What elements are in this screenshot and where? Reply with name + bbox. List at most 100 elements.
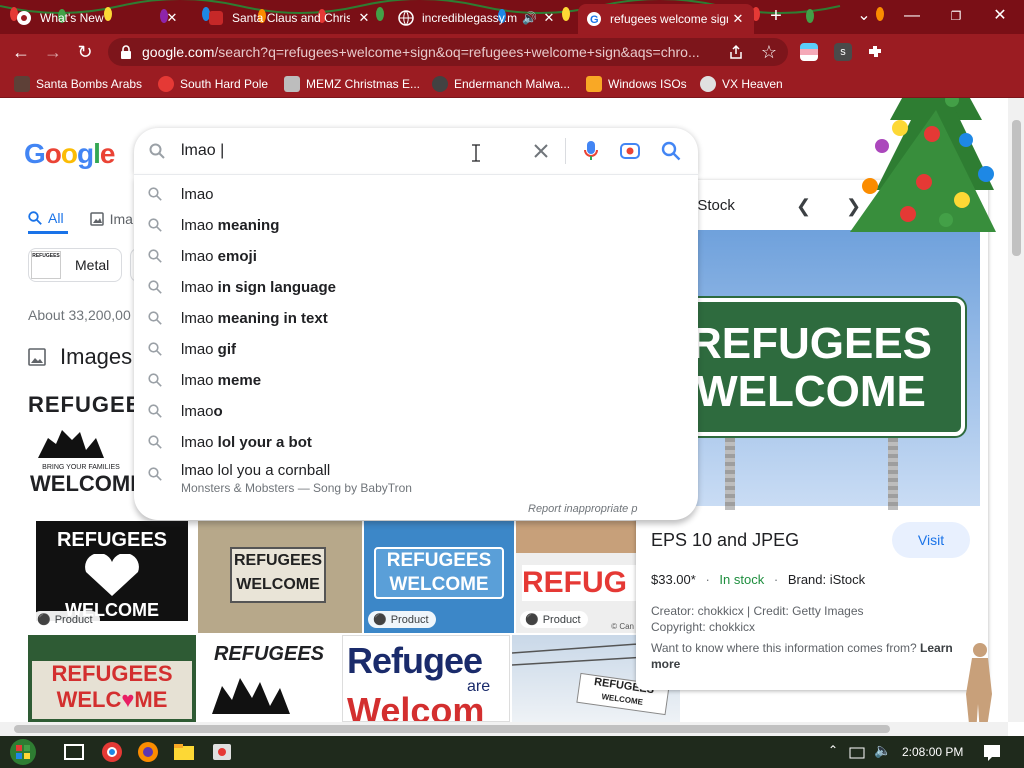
forward-button[interactable]: → xyxy=(42,41,64,63)
minimize-button[interactable]: — xyxy=(900,6,924,28)
scrollbar-thumb[interactable] xyxy=(14,725,890,733)
tab-all[interactable]: All xyxy=(28,204,68,234)
start-button[interactable] xyxy=(8,737,38,767)
restore-button[interactable]: ❐ xyxy=(944,6,968,28)
tab-whats-new[interactable]: What's New ✕ xyxy=(8,4,188,32)
chevron-left-icon[interactable]: ❮ xyxy=(796,196,811,217)
scrollbar-thumb[interactable] xyxy=(1012,120,1021,256)
suggestion-subtitle: Monsters & Mobsters — Song by BabyTron xyxy=(181,481,412,495)
bookmark-star-icon[interactable]: ☆ xyxy=(758,41,780,63)
suggestion-item[interactable]: lmao lol you a cornball Monsters & Mobst… xyxy=(134,459,698,501)
suggestion-item[interactable]: lmao meme xyxy=(134,365,698,396)
separator-dot: · xyxy=(705,572,710,587)
tab-refugees-welcome-sign[interactable]: G refugees welcome sign ✕ xyxy=(578,4,754,34)
back-button[interactable]: ← xyxy=(10,41,32,63)
image-text: REFUG xyxy=(522,565,636,601)
tab-incrediblegassy[interactable]: incrediblegassy.m 🔊 ✕ xyxy=(390,4,565,32)
suggestion-completion: in sign language xyxy=(213,279,337,296)
audio-playing-icon[interactable]: 🔊 xyxy=(522,11,537,25)
address-bar[interactable]: google.com/search?q=refugees+welcome+sig… xyxy=(108,38,788,66)
chip-thumbnail: REFUGEES xyxy=(31,251,61,279)
image-result[interactable]: REFUGEES WELCOME ⚫ Product xyxy=(28,521,196,633)
extension-s-icon[interactable]: s xyxy=(834,43,852,61)
suggestion-item[interactable]: lmao gif xyxy=(134,334,698,365)
search-box[interactable]: lmao | xyxy=(134,128,698,174)
image-result[interactable]: REFUGEES xyxy=(198,635,340,722)
notifications-icon[interactable] xyxy=(982,742,1002,762)
firefox-taskbar-icon[interactable] xyxy=(136,740,160,764)
suggestion-item[interactable]: lmao meaning in text xyxy=(134,303,698,334)
image-text: REFUGEES xyxy=(28,392,134,417)
network-icon[interactable] xyxy=(848,740,866,764)
suggestion-item[interactable]: lmao emoji xyxy=(134,241,698,272)
suggestion-text: lmao lol your a bot xyxy=(181,434,312,451)
url-path: /search?q=refugees+welcome+sign&oq=refug… xyxy=(214,44,700,60)
vertical-scrollbar[interactable] xyxy=(1008,98,1024,722)
suggestion-text: lmao lol you a cornball xyxy=(181,462,331,479)
file-explorer-icon[interactable] xyxy=(172,740,196,764)
bookmark-item[interactable]: VX Heaven xyxy=(700,76,783,92)
visit-button[interactable]: Visit xyxy=(892,522,970,558)
bookmark-item[interactable]: Santa Bombs Arabs xyxy=(14,76,142,92)
suggestion-item[interactable]: lmao meaning xyxy=(134,210,698,241)
show-hidden-icons-chevron-icon[interactable]: ⌃ xyxy=(828,743,838,757)
running-family-silhouette xyxy=(212,678,290,714)
report-inappropriate-link[interactable]: Report inappropriate p xyxy=(528,503,637,515)
suggestion-completion: meaning xyxy=(213,217,280,234)
image-result[interactable]: REFUGEES WELCOME ⚫ Product xyxy=(364,521,514,633)
bookmark-item[interactable]: Endermanch Malwa... xyxy=(432,76,570,92)
image-result[interactable]: Refugee are Welcom xyxy=(342,635,510,722)
suggestion-text: lmao in sign language xyxy=(181,279,336,296)
results-count: About 33,200,00 xyxy=(28,307,131,323)
suggestion-text: lmao meaning xyxy=(181,217,279,234)
bookmark-favicon-icon xyxy=(432,76,448,92)
image-result[interactable]: REFUGEES WELCOME xyxy=(198,521,362,633)
task-view-icon[interactable] xyxy=(62,740,86,764)
brand-line: Brand: iStock xyxy=(787,572,866,587)
volume-icon[interactable]: 🔈 xyxy=(874,742,891,759)
reload-button[interactable]: ↻ xyxy=(74,41,96,63)
search-icon xyxy=(148,467,162,481)
tab-images[interactable]: Ima xyxy=(89,204,133,234)
search-input[interactable]: lmao | xyxy=(181,142,224,160)
extension-flag-icon[interactable] xyxy=(800,43,818,61)
bookmark-item[interactable]: Windows ISOs xyxy=(586,76,687,92)
search-submit-icon[interactable] xyxy=(661,141,681,161)
paint-app-icon[interactable] xyxy=(210,740,234,764)
tab-search-chevron-icon[interactable]: ⌄ xyxy=(852,6,876,28)
suggestion-item[interactable]: lmao xyxy=(134,179,698,210)
new-tab-button[interactable]: + xyxy=(764,6,788,28)
taskbar-clock[interactable]: 2:08:00 PM xyxy=(902,745,963,759)
filter-chip-metal[interactable]: REFUGEES Metal xyxy=(28,248,122,282)
bookmark-item[interactable]: MEMZ Christmas E... xyxy=(284,76,420,92)
bookmark-item[interactable]: South Hard Pole xyxy=(158,76,268,92)
desktop-figure-decoration xyxy=(966,643,992,722)
tab-close-icon[interactable]: ✕ xyxy=(730,11,746,27)
close-window-button[interactable]: ✕ xyxy=(988,6,1012,28)
product-tag: ⚫ Product xyxy=(32,611,100,628)
microphone-icon[interactable] xyxy=(584,140,598,162)
extensions-puzzle-icon[interactable] xyxy=(866,43,884,61)
chrome-taskbar-icon[interactable] xyxy=(100,740,124,764)
image-text: ME xyxy=(134,687,168,712)
suggestion-prefix: lmao xyxy=(181,434,214,451)
camera-lens-icon[interactable] xyxy=(620,141,640,159)
tab-santa-claus[interactable]: Santa Claus and Christ ✕ xyxy=(200,4,380,32)
suggestion-completion: gif xyxy=(213,341,237,358)
horizontal-scrollbar[interactable] xyxy=(0,722,1008,736)
tab-close-icon[interactable]: ✕ xyxy=(356,10,372,26)
share-icon[interactable] xyxy=(728,44,744,60)
images-section-header: Images xyxy=(28,344,132,370)
image-result[interactable]: REFUG ⚫ Product © Can xyxy=(516,521,636,633)
image-result[interactable]: REFUGEES BRING YOUR FAMILIES WELCOME xyxy=(28,386,134,510)
suggestion-item[interactable]: lmaoo xyxy=(134,396,698,427)
google-logo[interactable]: Google xyxy=(24,138,115,170)
tab-close-icon[interactable]: ✕ xyxy=(541,10,557,26)
suggestion-item[interactable]: lmao in sign language xyxy=(134,272,698,303)
image-text: Welcom xyxy=(347,690,485,722)
tab-close-icon[interactable]: ✕ xyxy=(164,10,180,26)
image-result[interactable]: REFUGEES WELC♥ME xyxy=(28,635,196,722)
tab-label: All xyxy=(48,209,64,226)
suggestion-item[interactable]: lmao lol your a bot xyxy=(134,427,698,458)
clear-search-icon[interactable] xyxy=(533,143,549,159)
